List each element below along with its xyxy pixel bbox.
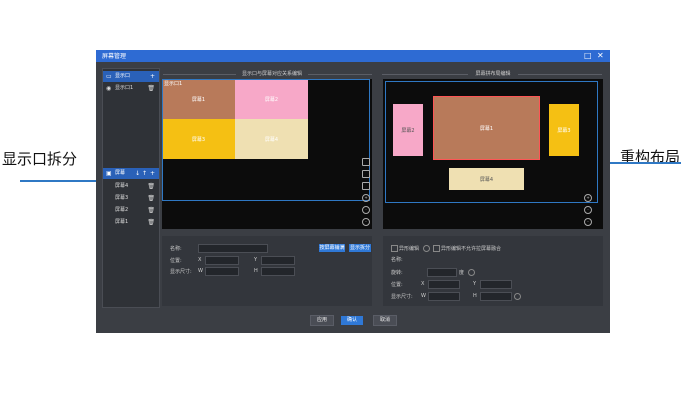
- screen-icon: ▣: [106, 170, 112, 177]
- position-label: 位置:: [170, 258, 182, 264]
- target-icon[interactable]: ·: [584, 206, 592, 214]
- sidebar: ▭ 显示口 + ◉ 显示口1 🗑 ▣ 屏幕 + ↑ ↓ 屏幕4 🗑 屏幕3 🗑 …: [102, 68, 160, 308]
- position-label: 位置:: [391, 282, 403, 288]
- size-label: 显示尺寸:: [391, 294, 413, 300]
- w-label: W: [421, 293, 426, 299]
- screen-manager-window: 屏幕管理 □ ✕ ▭ 显示口 + ◉ 显示口1 🗑 ▣ 屏幕 + ↑ ↓ 屏幕4…: [96, 50, 610, 333]
- help-icon[interactable]: [423, 245, 430, 252]
- layout-tile-screen-4[interactable]: 屏幕4: [449, 168, 524, 190]
- title-bar: 屏幕管理 □ ✕: [96, 50, 610, 62]
- add-icon[interactable]: +: [150, 168, 155, 179]
- x-label: X: [421, 281, 425, 287]
- rotate-label: 旋转:: [391, 270, 403, 276]
- display-port-canvas[interactable]: 屏幕1 屏幕2 屏幕3 屏幕4 显示口1 + · -: [162, 79, 372, 229]
- sidebar-item-screen-2[interactable]: 屏幕2 🗑: [103, 205, 159, 216]
- auto-fill-button[interactable]: 按屏幕铺满: [319, 244, 345, 252]
- h-input[interactable]: [261, 267, 295, 276]
- ok-button[interactable]: 确认: [341, 316, 363, 325]
- left-panel-title: 显示口与屏幕对应关系编辑: [236, 70, 308, 77]
- sidebar-display-port-header[interactable]: ▭ 显示口 +: [103, 71, 159, 82]
- name-input[interactable]: [198, 244, 268, 253]
- layout-canvas[interactable]: 屏幕2 屏幕1 屏幕3 屏幕4 + · -: [383, 79, 603, 229]
- right-panel-title: 屏幕拼布局编辑: [468, 70, 518, 77]
- irregular-edit-checkbox[interactable]: [391, 245, 398, 252]
- target-icon[interactable]: ·: [362, 206, 370, 214]
- layout-tile-screen-2[interactable]: 屏幕2: [393, 104, 423, 156]
- y-label: Y: [473, 281, 477, 287]
- zoom-in-icon[interactable]: +: [584, 194, 592, 202]
- h-input[interactable]: [480, 292, 512, 301]
- eye-icon[interactable]: ◉: [106, 83, 111, 94]
- right-form: 异形编辑 异形编辑不允许拉屏幕融合 名称: 旋转: 度 位置: X Y 显示尺寸…: [383, 236, 603, 306]
- w-input[interactable]: [205, 267, 239, 276]
- y-input[interactable]: [480, 280, 512, 289]
- apply-button[interactable]: 应用: [310, 315, 334, 326]
- add-icon[interactable]: +: [150, 71, 155, 82]
- size-lock-icon[interactable]: [514, 293, 521, 300]
- irregular-edit-label: 异形编辑: [399, 246, 420, 252]
- sidebar-item-screen-3[interactable]: 屏幕3 🗑: [103, 193, 159, 204]
- y-input[interactable]: [261, 256, 295, 265]
- no-fusion-checkbox[interactable]: [433, 245, 440, 252]
- layout-tile-screen-3[interactable]: 屏幕3: [549, 104, 579, 156]
- monitor-icon: ▭: [106, 73, 112, 80]
- delete-icon[interactable]: 🗑: [147, 83, 155, 94]
- no-fusion-label: 异形编辑不允许拉屏幕融合: [441, 246, 502, 252]
- degree-label: 度: [459, 270, 465, 276]
- cancel-button[interactable]: 取消: [373, 315, 397, 326]
- sidebar-item-screen-4[interactable]: 屏幕4 🗑: [103, 181, 159, 192]
- sidebar-item-display-port-1[interactable]: ◉ 显示口1 🗑: [103, 83, 159, 94]
- zoom-out-icon[interactable]: -: [362, 218, 370, 226]
- sidebar-screen-header[interactable]: ▣ 屏幕 + ↑ ↓: [103, 168, 159, 179]
- w-input[interactable]: [428, 292, 460, 301]
- zoom-out-icon[interactable]: -: [584, 218, 592, 226]
- x-label: X: [198, 257, 202, 263]
- expand-icon[interactable]: [362, 170, 370, 178]
- close-icon[interactable]: ✕: [597, 50, 604, 62]
- split-icon[interactable]: [362, 182, 370, 190]
- x-input[interactable]: [205, 256, 239, 265]
- annotation-left-label: 显示口拆分: [2, 150, 78, 168]
- delete-icon[interactable]: 🗑: [147, 217, 155, 228]
- delete-icon[interactable]: 🗑: [147, 181, 155, 192]
- name-label: 名称:: [391, 257, 403, 263]
- layout-tile-screen-1[interactable]: 屏幕1: [433, 96, 540, 160]
- y-label: Y: [254, 257, 258, 263]
- rotate-input[interactable]: [427, 268, 457, 277]
- split-display-button[interactable]: 显示拆分: [349, 244, 371, 252]
- left-form: 名称: 按屏幕铺满 显示拆分 位置: X Y 显示尺寸: W H: [162, 236, 372, 306]
- sidebar-item-screen-1[interactable]: 屏幕1 🗑: [103, 217, 159, 228]
- h-label: H: [473, 293, 477, 299]
- restore-icon[interactable]: □: [584, 50, 592, 62]
- delete-icon[interactable]: 🗑: [147, 205, 155, 216]
- x-input[interactable]: [428, 280, 460, 289]
- zoom-in-icon[interactable]: +: [362, 194, 370, 202]
- h-label: H: [254, 268, 258, 274]
- name-label: 名称:: [170, 246, 182, 252]
- fit-icon[interactable]: [362, 158, 370, 166]
- port-selection-outline: [162, 79, 370, 201]
- down-icon[interactable]: ↓: [135, 168, 140, 179]
- up-icon[interactable]: ↑: [142, 168, 147, 179]
- w-label: W: [198, 268, 203, 274]
- rotate-reset-icon[interactable]: [468, 269, 475, 276]
- window-title: 屏幕管理: [102, 53, 127, 60]
- size-label: 显示尺寸:: [170, 269, 192, 275]
- delete-icon[interactable]: 🗑: [147, 193, 155, 204]
